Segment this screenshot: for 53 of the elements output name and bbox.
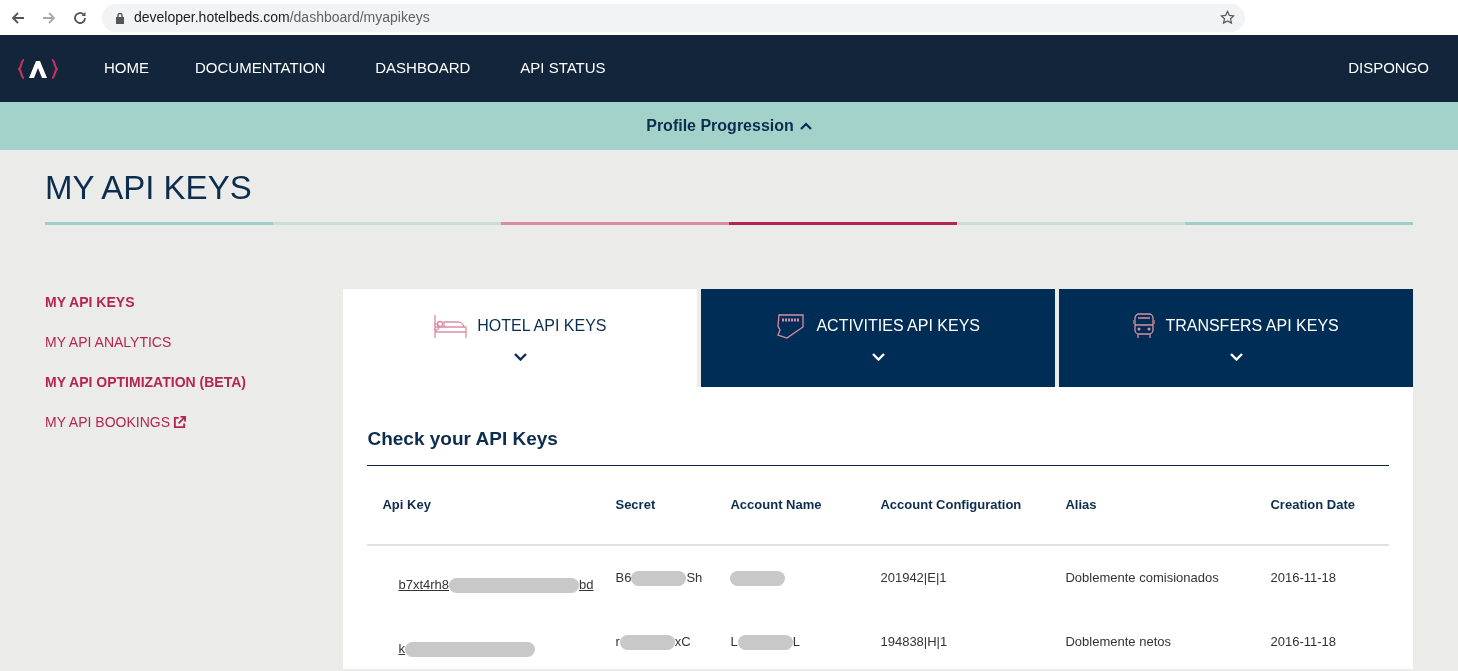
bus-icon bbox=[1133, 313, 1156, 339]
column-header: Api Key bbox=[381, 496, 432, 515]
nav-link[interactable]: DOCUMENTATION bbox=[195, 57, 326, 80]
redaction-mark bbox=[631, 570, 687, 586]
table-cell-text: xC bbox=[674, 633, 691, 652]
column-header: Creation Date bbox=[1270, 496, 1356, 515]
sidebar-link[interactable]: MY API OPTIMIZATION (BETA) bbox=[45, 372, 344, 392]
column-header: Account Name bbox=[730, 496, 823, 515]
section-title: Check your API Keys bbox=[367, 387, 1389, 466]
nav-link[interactable]: API STATUS bbox=[520, 57, 606, 80]
table-cell-text: Sh bbox=[686, 569, 703, 588]
sidebar-link[interactable]: MY API KEYS bbox=[45, 292, 344, 312]
api-key-link[interactable]: b7xt4rh8 bbox=[398, 575, 450, 595]
table-cell-text: 2016-11-18 bbox=[1270, 633, 1337, 652]
reload-icon[interactable] bbox=[73, 10, 87, 25]
tab[interactable]: HOTEL API KEYS bbox=[343, 289, 698, 387]
chevron-down-icon bbox=[871, 353, 885, 361]
nav-link[interactable]: DASHBOARD bbox=[375, 57, 471, 80]
column-header: Account Configuration bbox=[880, 496, 1023, 515]
column-header: Secret bbox=[615, 496, 657, 515]
redaction-mark bbox=[619, 634, 675, 650]
table-cell-text: 201942|E|1 bbox=[880, 569, 948, 588]
address-bar[interactable]: developer.hotelbeds.com/dashboard/myapikeys bbox=[102, 3, 1245, 32]
ticket-icon bbox=[776, 312, 807, 340]
tab[interactable]: ACTIVITIES API KEYS bbox=[701, 289, 1056, 387]
redaction-mark bbox=[737, 634, 793, 650]
table-cell-text: B6 bbox=[615, 569, 632, 588]
table-cell-text: 2016-11-18 bbox=[1270, 569, 1337, 588]
back-icon[interactable] bbox=[11, 10, 25, 25]
nav-link[interactable]: HOME bbox=[104, 57, 149, 80]
table-cell-text: Doblemente comisionados bbox=[1065, 569, 1220, 588]
user-menu-link[interactable]: DISPONGO bbox=[1348, 57, 1429, 80]
table-cell-text: r bbox=[615, 633, 620, 652]
tab[interactable]: TRANSFERS API KEYS bbox=[1059, 289, 1413, 387]
sidebar-link[interactable]: MY API BOOKINGS bbox=[45, 412, 344, 432]
lock-icon bbox=[115, 11, 125, 24]
api-key-link[interactable]: k bbox=[398, 639, 405, 659]
table-cell-text: 194838|H|1 bbox=[880, 633, 949, 652]
bed-icon bbox=[434, 313, 468, 339]
column-header: Alias bbox=[1065, 496, 1098, 515]
table-cell-text: L bbox=[730, 633, 738, 652]
profile-progression-toggle[interactable]: Profile Progression bbox=[646, 114, 812, 138]
chevron-down-icon bbox=[513, 353, 527, 361]
url-text: developer.hotelbeds.com/dashboard/myapikeys bbox=[134, 8, 430, 27]
logo-icon[interactable] bbox=[18, 57, 58, 80]
table-cell-text: L bbox=[792, 633, 800, 652]
sidebar-link[interactable]: MY API ANALYTICS bbox=[45, 332, 344, 352]
api-key-link[interactable]: bd bbox=[579, 575, 594, 595]
redaction-mark bbox=[730, 570, 786, 586]
star-icon[interactable] bbox=[1220, 10, 1235, 25]
chevron-down-icon bbox=[1229, 353, 1243, 361]
page-title: MY API KEYS bbox=[45, 168, 253, 208]
table-cell-text: Doblemente netos bbox=[1065, 633, 1172, 652]
